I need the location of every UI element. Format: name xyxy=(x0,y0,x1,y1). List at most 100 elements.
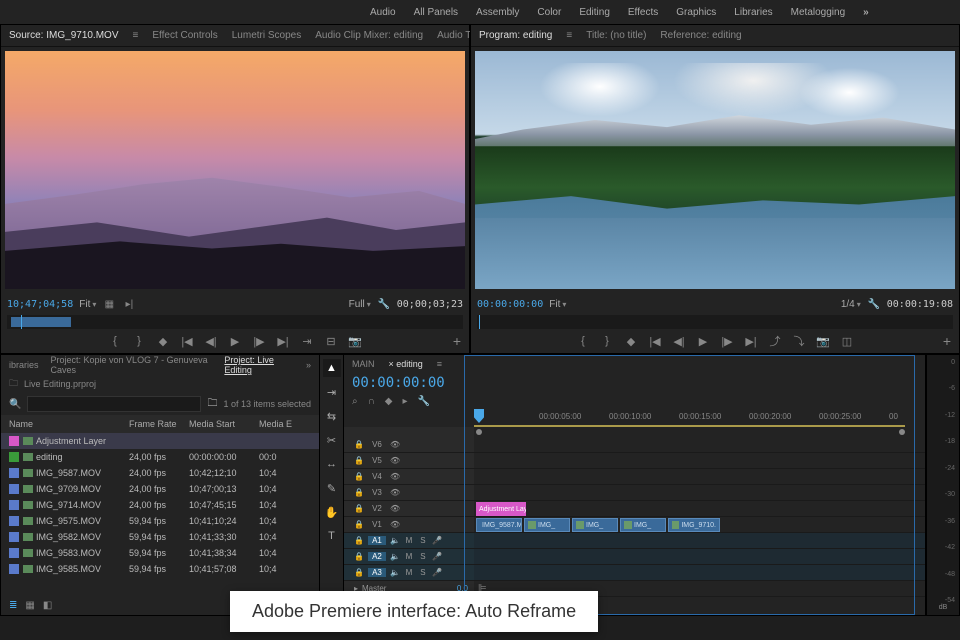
tab-proj1[interactable]: Project: Kopie von VLOG 7 - Genuveva Cav… xyxy=(51,355,213,375)
table-row[interactable]: IMG_9575.MOV 59,94 fps 10;41;10;24 10;4 xyxy=(1,513,319,529)
lock-icon[interactable]: 🔒 xyxy=(354,504,364,513)
marker-add-icon[interactable]: ◆ xyxy=(385,396,393,407)
timeline-timecode[interactable]: 00:00:00:00 xyxy=(352,375,445,391)
ws-libraries[interactable]: Libraries xyxy=(734,7,772,18)
program-monitor[interactable] xyxy=(475,51,955,289)
audio-icon[interactable]: 🔈 xyxy=(390,552,400,561)
table-row[interactable]: editing 24,00 fps 00:00:00:00 00:0 xyxy=(1,449,319,465)
go-out-icon[interactable]: ▶| xyxy=(276,334,290,348)
go-in-icon[interactable]: |◀ xyxy=(180,334,194,348)
project-search-input[interactable] xyxy=(27,396,201,412)
solo-button[interactable]: S xyxy=(418,552,428,561)
lock-icon[interactable]: 🔒 xyxy=(354,472,364,481)
snap-icon[interactable]: ⌕ xyxy=(352,396,358,407)
col-mediaend[interactable]: Media E xyxy=(259,419,309,429)
record-icon[interactable]: 🎤 xyxy=(432,536,442,545)
lock-icon[interactable]: 🔒 xyxy=(354,520,364,529)
video-clip[interactable]: IMG_ xyxy=(524,518,570,532)
track-label[interactable]: V5 xyxy=(368,456,386,465)
table-row[interactable]: IMG_9585.MOV 59,94 fps 10;41;57;08 10;4 xyxy=(1,561,319,577)
ws-more-icon[interactable]: » xyxy=(863,7,869,18)
go-in-icon[interactable]: |◀ xyxy=(648,334,662,348)
video-clip[interactable]: IMG_ xyxy=(620,518,666,532)
source-zoom-dropdown[interactable]: Full xyxy=(349,299,371,310)
track-header[interactable]: 🔒V4👁 xyxy=(344,469,474,484)
track-header[interactable]: 🔒V5👁 xyxy=(344,453,474,468)
mute-button[interactable]: M xyxy=(404,536,414,545)
visibility-icon[interactable]: 👁 xyxy=(390,504,400,513)
table-row[interactable]: IMG_9709.MOV 24,00 fps 10;47;00;13 10;4 xyxy=(1,481,319,497)
track-header[interactable]: 🔒V3👁 xyxy=(344,485,474,500)
go-out-icon[interactable]: ▶| xyxy=(744,334,758,348)
wrench-icon[interactable]: 🔧 xyxy=(377,297,391,311)
adjustment-layer-clip[interactable]: Adjustment Layer xyxy=(476,502,526,516)
lock-icon[interactable]: 🔒 xyxy=(354,552,364,561)
solo-button[interactable]: S xyxy=(418,568,428,577)
track-label[interactable]: A2 xyxy=(368,552,386,561)
ripple-edit-tool-icon[interactable]: ⇆ xyxy=(323,407,341,425)
visibility-icon[interactable]: 👁 xyxy=(390,488,400,497)
export-frame-icon[interactable]: 📷 xyxy=(348,334,362,348)
project-path[interactable]: Live Editing.prproj xyxy=(24,379,96,389)
col-framerate[interactable]: Frame Rate xyxy=(129,419,189,429)
source-out-timecode[interactable]: 00;00;03;23 xyxy=(397,299,463,310)
tab-lumetri-scopes[interactable]: Lumetri Scopes xyxy=(232,30,301,41)
audio-icon[interactable]: 🔈 xyxy=(390,568,400,577)
mark-out-icon[interactable]: } xyxy=(600,334,614,348)
insert-icon[interactable]: ⇥ xyxy=(300,334,314,348)
timeline-ruler[interactable]: 00:00:05:00 00:00:10:00 00:00:15:00 00:0… xyxy=(474,409,925,427)
program-zoom-dropdown[interactable]: 1/4 xyxy=(841,299,861,310)
ws-metalogging[interactable]: Metalogging xyxy=(791,7,845,18)
tab-reference[interactable]: Reference: editing xyxy=(660,30,741,41)
program-fit-dropdown[interactable]: Fit xyxy=(549,299,566,310)
list-view-icon[interactable]: ≣ xyxy=(9,600,17,611)
track-header[interactable]: 🔒V2👁 xyxy=(344,501,474,516)
bin-icon[interactable]: 🗀 xyxy=(9,376,18,392)
visibility-icon[interactable]: 👁 xyxy=(390,520,400,529)
step-back-icon[interactable]: ◀| xyxy=(204,334,218,348)
tab-editing-seq[interactable]: × editing xyxy=(389,359,423,369)
tab-source[interactable]: Source: IMG_9710.MOV xyxy=(9,30,119,41)
step-back-icon[interactable]: ◀| xyxy=(672,334,686,348)
selection-tool-icon[interactable]: ▲ xyxy=(323,359,341,377)
table-row[interactable]: IMG_9714.MOV 24,00 fps 10;47;45;15 10;4 xyxy=(1,497,319,513)
track-header[interactable]: 🔒A3🔈MS🎤 xyxy=(344,565,474,580)
add-button-icon[interactable]: + xyxy=(943,333,951,349)
razor-tool-icon[interactable]: ✂ xyxy=(323,431,341,449)
lock-icon[interactable]: 🔒 xyxy=(354,456,364,465)
video-track[interactable]: 🔒V3👁 xyxy=(344,485,925,501)
visibility-icon[interactable]: 👁 xyxy=(390,440,400,449)
ws-color[interactable]: Color xyxy=(537,7,561,18)
track-header[interactable]: 🔒V1👁 xyxy=(344,517,474,532)
tab-main-seq[interactable]: MAIN xyxy=(352,359,375,369)
track-label[interactable]: A1 xyxy=(368,536,386,545)
video-clip[interactable]: IMG_9710. xyxy=(668,518,720,532)
tab-proj2[interactable]: Project: Live Editing xyxy=(224,355,294,375)
lock-icon[interactable]: 🔒 xyxy=(354,488,364,497)
tabs-overflow-icon[interactable]: » xyxy=(306,360,311,370)
table-row[interactable]: IMG_9582.MOV 59,94 fps 10;41;33;30 10;4 xyxy=(1,529,319,545)
program-out-timecode[interactable]: 00:00:19:08 xyxy=(887,299,953,310)
audio-track[interactable]: 🔒A3🔈MS🎤 xyxy=(344,565,925,581)
marker-icon[interactable]: ◆ xyxy=(624,334,638,348)
ws-effects[interactable]: Effects xyxy=(628,7,658,18)
hand-tool-icon[interactable]: ✋ xyxy=(323,503,341,521)
marker-dot[interactable] xyxy=(476,429,482,435)
program-scrub-bar[interactable] xyxy=(477,315,953,329)
ws-allpanels[interactable]: All Panels xyxy=(414,7,458,18)
marker-dot[interactable] xyxy=(899,429,905,435)
export-frame-icon[interactable]: 📷 xyxy=(816,334,830,348)
table-row[interactable]: IMG_9583.MOV 59,94 fps 10;41;38;34 10;4 xyxy=(1,545,319,561)
freeform-view-icon[interactable]: ◧ xyxy=(43,600,52,611)
track-lane[interactable] xyxy=(474,437,925,452)
track-lane[interactable] xyxy=(474,469,925,484)
track-lane[interactable] xyxy=(474,565,925,580)
record-icon[interactable]: 🎤 xyxy=(432,568,442,577)
track-lane[interactable] xyxy=(474,549,925,564)
video-clip[interactable]: IMG_ xyxy=(572,518,618,532)
lift-icon[interactable]: ⤴ xyxy=(768,334,782,348)
track-lane[interactable] xyxy=(474,453,925,468)
pen-tool-icon[interactable]: ✎ xyxy=(323,479,341,497)
track-lane[interactable] xyxy=(474,485,925,500)
audio-track[interactable]: 🔒A2🔈MS🎤 xyxy=(344,549,925,565)
